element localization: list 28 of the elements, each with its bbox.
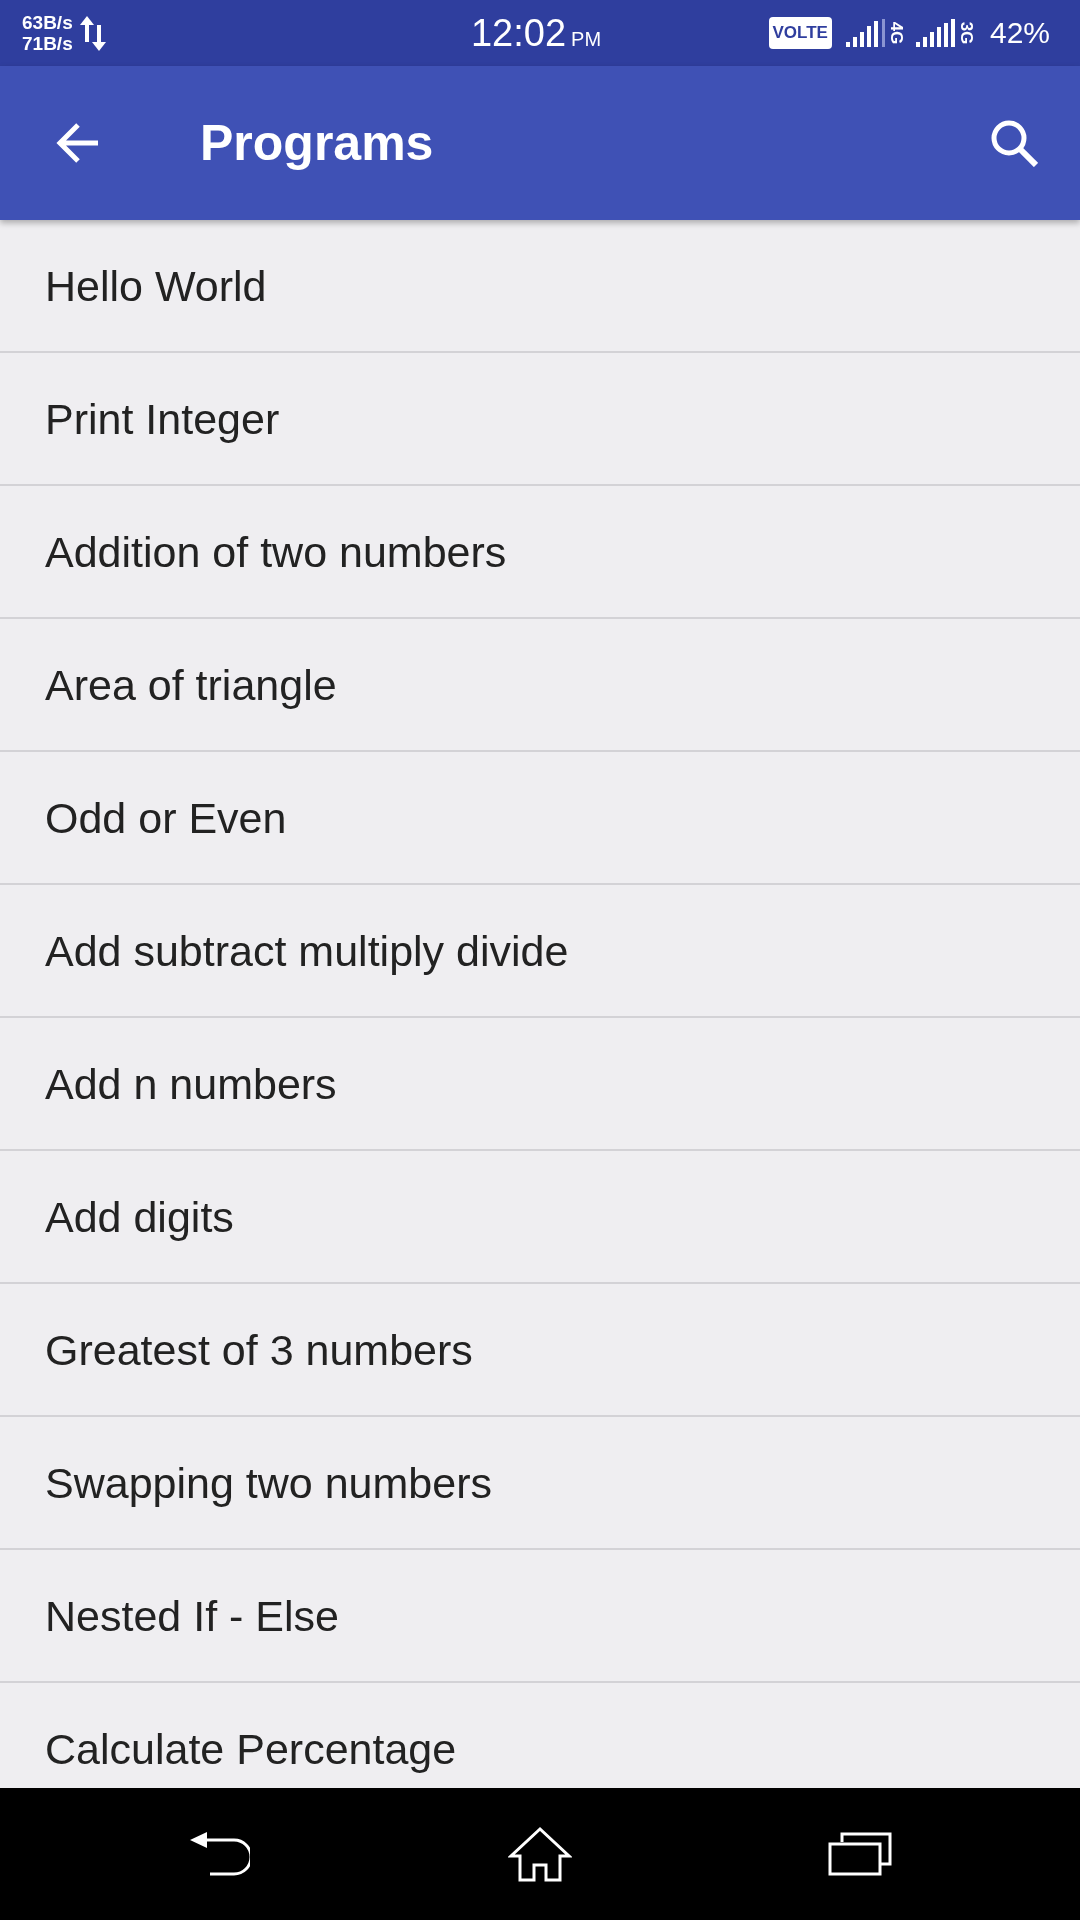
program-item[interactable]: Swapping two numbers [0, 1417, 1080, 1550]
clock-time: 12:02 [470, 11, 567, 55]
signal-icon [845, 19, 886, 47]
program-item[interactable]: Print Integer [0, 353, 1080, 486]
volte-badge: VOLTE [768, 17, 832, 49]
program-item[interactable]: Add subtract multiply divide [0, 885, 1080, 1018]
program-item[interactable]: Calculate Percentage [0, 1683, 1080, 1788]
recent-apps-icon [828, 1832, 892, 1876]
home-icon [508, 1826, 572, 1882]
program-item[interactable]: Add digits [0, 1151, 1080, 1284]
program-item[interactable]: Area of triangle [0, 619, 1080, 752]
search-icon [990, 119, 1038, 167]
network-type-label: 4G [886, 21, 905, 45]
data-transfer-icon [79, 15, 106, 51]
download-speed: 71B/s [22, 33, 73, 54]
network-type-label: 3G [956, 21, 975, 45]
program-item[interactable]: Greatest of 3 numbers [0, 1284, 1080, 1417]
signal-icon [915, 19, 956, 47]
clock-period: PM [571, 27, 602, 51]
program-item[interactable]: Nested If - Else [0, 1550, 1080, 1683]
battery-percent: 42% [989, 16, 1050, 50]
program-item[interactable]: Hello World [0, 220, 1080, 353]
screen-title: Programs [200, 114, 435, 173]
upload-speed: 63B/s [22, 12, 73, 33]
program-item[interactable]: Addition of two numbers [0, 486, 1080, 619]
back-icon [190, 1832, 250, 1876]
program-item[interactable]: Add n numbers [0, 1018, 1080, 1151]
program-item[interactable]: Odd or Even [0, 752, 1080, 885]
